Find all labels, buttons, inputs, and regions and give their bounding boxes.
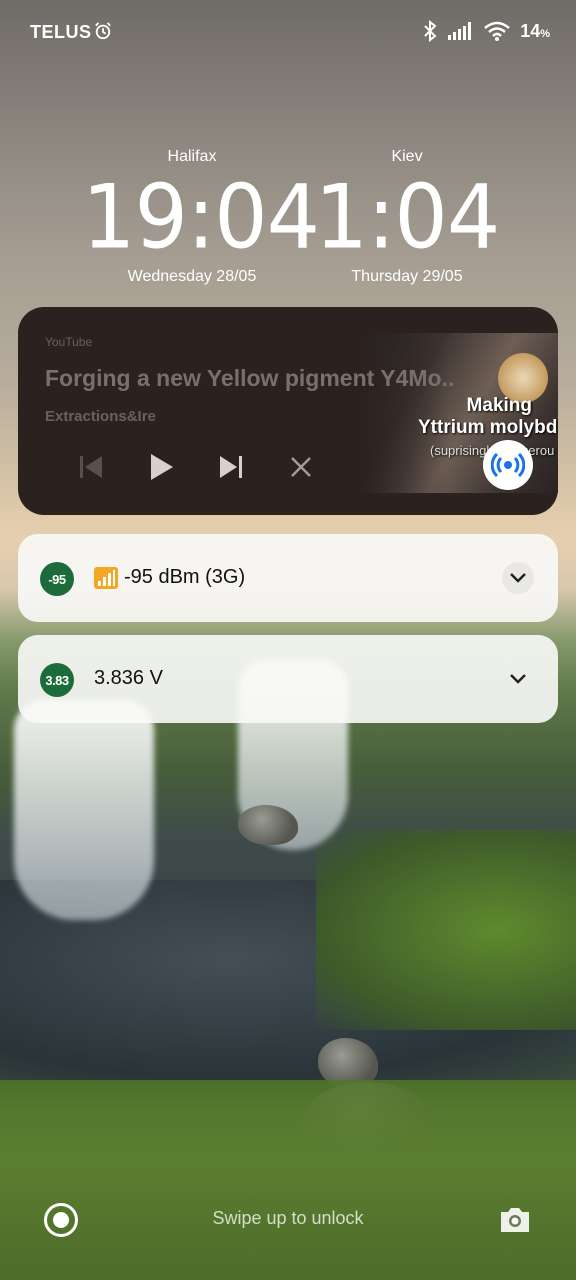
camera-icon[interactable] <box>498 1205 532 1235</box>
alarm-icon <box>95 22 111 40</box>
signal-icon <box>448 22 472 40</box>
clock-time: 19:04 <box>82 165 320 269</box>
thumbnail-text: Yttrium molybda <box>418 417 558 438</box>
clock-city: Halifax <box>167 148 217 165</box>
clock-date: Wednesday 28/05 <box>127 268 257 285</box>
swipe-hint: Swipe up to unlock <box>212 1208 364 1228</box>
clock-city: Kiev <box>391 148 423 165</box>
clock-home: Halifax 19:04 Wednesday 28/05 <box>82 148 320 286</box>
notification-text: -95 dBm (3G) <box>124 566 246 588</box>
media-app-name: YouTube <box>45 335 93 349</box>
notification-signal[interactable]: -95 -95 dBm (3G) <box>18 534 558 622</box>
battery-unit: % <box>540 27 550 40</box>
cast-button[interactable] <box>483 440 533 490</box>
play-button[interactable] <box>126 449 196 485</box>
wifi-icon <box>484 21 510 41</box>
next-button[interactable] <box>196 449 266 485</box>
system-icons: 14% <box>422 20 550 42</box>
thumbnail-fade <box>358 333 448 493</box>
thumbnail-text: Making <box>466 395 532 416</box>
notification-content: 3.836 V <box>94 667 163 690</box>
media-player-card[interactable]: Making Yttrium molybda (suprisingly dang… <box>18 307 558 515</box>
close-icon <box>291 457 311 477</box>
signal-badge: -95 <box>40 562 74 596</box>
bluetooth-icon <box>424 20 437 42</box>
battery-indicator: 14% <box>520 21 550 42</box>
expand-button[interactable] <box>502 663 534 695</box>
chevron-down-icon <box>510 674 526 684</box>
notification-voltage[interactable]: 3.83 3.836 V <box>18 635 558 723</box>
wallpaper-rock <box>238 805 298 845</box>
next-icon <box>220 456 242 478</box>
status-bar: TELUS 14% <box>0 0 576 64</box>
close-media-button[interactable] <box>266 449 336 485</box>
voltage-badge: 3.83 <box>40 663 74 697</box>
wallpaper-rock <box>318 1038 378 1088</box>
wallpaper-waterfall-left <box>14 700 154 920</box>
previous-icon <box>80 456 102 478</box>
clock-world: Kiev 1:04 Thursday 29/05 <box>297 148 517 286</box>
wallpaper-rock <box>302 1082 442 1172</box>
media-controls <box>56 449 336 485</box>
notification-content: -95 dBm (3G) <box>94 566 245 589</box>
cast-icon <box>491 452 525 478</box>
play-icon <box>151 454 173 480</box>
chevron-down-icon <box>510 573 526 583</box>
wallpaper-pool <box>0 880 576 1080</box>
wallpaper-grass-bottom <box>0 1080 576 1280</box>
clock-time: 1:04 <box>314 165 501 269</box>
media-artist: Extractions&Ire <box>45 408 156 425</box>
carrier-label: TELUS <box>30 22 92 42</box>
clock-date: Thursday 29/05 <box>351 268 463 285</box>
wallpaper-grass-right <box>316 830 576 1030</box>
notification-text: 3.836 V <box>94 667 163 689</box>
previous-button[interactable] <box>56 449 126 485</box>
media-title: Forging a new Yellow pigment Y4Mo.. <box>45 365 455 391</box>
signal-bars-emoji-icon <box>94 566 118 589</box>
battery-percent: 14 <box>520 20 541 41</box>
expand-button[interactable] <box>502 562 534 594</box>
